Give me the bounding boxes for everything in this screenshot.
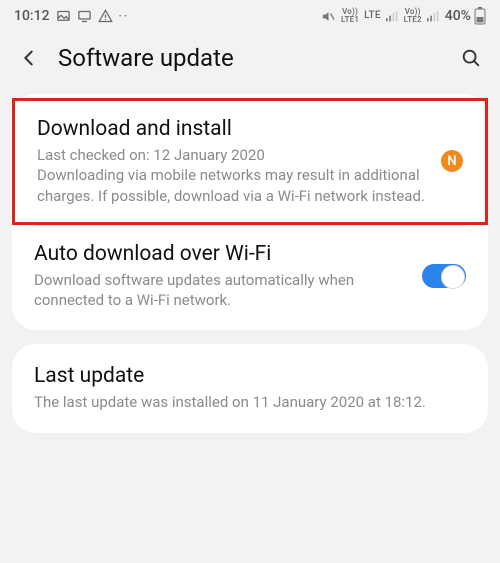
sim2-label: Vo)) LTE2 [404,8,422,24]
mute-icon [321,9,336,24]
search-button[interactable] [460,47,482,69]
status-time: 10:12 [14,8,50,24]
signal2-icon [427,11,440,22]
download-install-title: Download and install [37,117,427,141]
screen-icon [77,9,92,24]
page-header: Software update [0,32,500,88]
last-update-item[interactable]: Last update The last update was installe… [12,348,488,428]
last-update-title: Last update [34,364,466,388]
status-bar: 10:12 ·· Vo)) LTE1 LTE Vo)) LTE2 40% [0,0,500,32]
battery-icon [474,7,486,25]
sim1-label: Vo)) LTE1 [341,8,359,24]
update-badge: N [441,150,463,172]
page-title: Software update [58,44,442,72]
settings-card-1: Download and install Last checked on: 12… [12,94,488,330]
image-icon [56,9,71,24]
auto-download-item[interactable]: Auto download over Wi-Fi Download softwa… [12,226,488,327]
lte-label: LTE [364,12,381,20]
download-install-item[interactable]: Download and install Last checked on: 12… [12,98,488,225]
auto-download-title: Auto download over Wi-Fi [34,242,408,266]
settings-card-2: Last update The last update was installe… [12,344,488,432]
more-dots: ·· [119,9,130,23]
download-install-desc: Last checked on: 12 January 2020 Downloa… [37,145,427,206]
back-button[interactable] [18,47,40,69]
battery-percent: 40% [445,8,471,24]
auto-download-toggle[interactable] [422,264,466,288]
auto-download-desc: Download software updates automatically … [34,270,408,311]
warning-icon [98,9,113,24]
last-update-desc: The last update was installed on 11 Janu… [34,392,466,412]
signal1-icon [386,11,399,22]
